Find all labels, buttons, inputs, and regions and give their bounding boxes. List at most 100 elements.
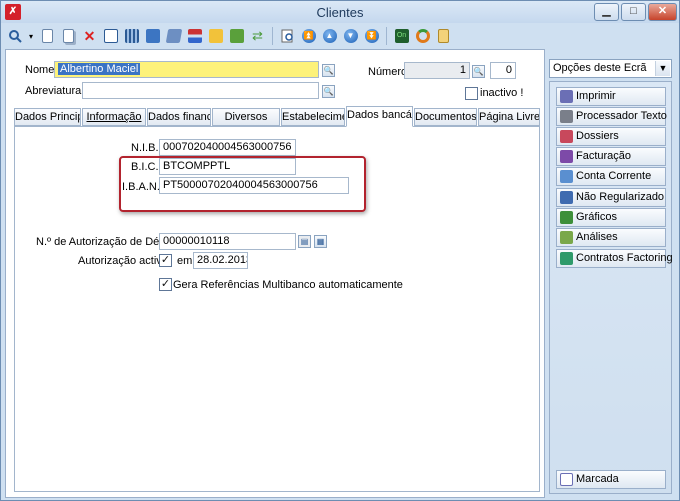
facturacao-label: Facturação bbox=[576, 150, 632, 162]
imprimir-label: Imprimir bbox=[576, 90, 616, 102]
tab-informacao[interactable]: Informação bbox=[82, 108, 146, 126]
new-document-icon[interactable] bbox=[38, 27, 57, 46]
tab-dados-principais[interactable]: Dados Principai bbox=[14, 108, 81, 126]
search-icon[interactable] bbox=[5, 27, 24, 46]
previous-record-icon[interactable]: ▲ bbox=[320, 27, 339, 46]
sync-icon[interactable] bbox=[413, 27, 432, 46]
box-icon[interactable] bbox=[164, 27, 183, 46]
conta-corrente-label: Conta Corrente bbox=[576, 170, 652, 182]
inactivo-label: inactivo ! bbox=[480, 87, 524, 99]
tab-dados-bancarios[interactable]: Dados bancário bbox=[346, 106, 413, 127]
conta-corrente-button[interactable]: Conta Corrente bbox=[556, 167, 666, 186]
toolbar-separator bbox=[386, 27, 387, 45]
dossier-icon bbox=[560, 130, 573, 143]
nao-regularizado-button[interactable]: Não Regularizado bbox=[556, 188, 666, 207]
chevron-down-icon[interactable]: ▼ bbox=[655, 61, 670, 76]
dossiers-label: Dossiers bbox=[576, 130, 619, 142]
numero-lookup-icon[interactable]: 🔍 bbox=[472, 65, 485, 78]
graficos-button[interactable]: Gráficos bbox=[556, 208, 666, 227]
opcoes-combo[interactable]: Opções deste Ecrã ▼ bbox=[549, 59, 672, 78]
nome-value: Albertino Maciel bbox=[58, 63, 141, 75]
nib-field[interactable]: 000702040004563000756 bbox=[159, 139, 296, 156]
debito-document-icon[interactable]: ▤ bbox=[298, 235, 311, 248]
nome-lookup-icon[interactable]: 🔍 bbox=[322, 64, 335, 77]
options-sidebar: Opções deste Ecrã ▼ Imprimir Processador… bbox=[549, 49, 677, 498]
marcada-label: Marcada bbox=[576, 473, 619, 485]
nome-label: Nome bbox=[25, 64, 55, 76]
nome-field[interactable]: Albertino Maciel bbox=[54, 61, 319, 78]
contratos-factoring-button[interactable]: Contratos Factoring bbox=[556, 249, 673, 268]
mail-icon[interactable] bbox=[206, 27, 225, 46]
abreviatura-label: Abreviatura bbox=[25, 85, 82, 97]
dossiers-button[interactable]: Dossiers bbox=[556, 127, 666, 146]
gera-referencias-label: Gera Referências Multibanco automaticame… bbox=[173, 279, 403, 291]
autorizacao-checkbox[interactable]: ✓ bbox=[159, 254, 172, 267]
highlight-annotation-box bbox=[119, 156, 366, 212]
tab-bar: Dados Principai Informação Dados finance… bbox=[14, 106, 540, 127]
nib-label: N.I.B. bbox=[131, 142, 159, 154]
refresh-icon[interactable]: ⇄ bbox=[248, 27, 267, 46]
bookmark-icon bbox=[560, 473, 573, 486]
maximize-button[interactable]: □ bbox=[621, 3, 646, 21]
delete-icon[interactable]: ✕ bbox=[80, 27, 99, 46]
abreviatura-field[interactable] bbox=[82, 82, 319, 99]
close-button[interactable]: ✕ bbox=[648, 3, 677, 21]
contract-icon bbox=[560, 252, 573, 265]
last-record-icon[interactable]: ⏬ bbox=[362, 27, 381, 46]
dropdown-arrow-icon[interactable]: ▾ bbox=[26, 27, 36, 46]
online-icon[interactable]: On bbox=[392, 27, 411, 46]
minimize-button[interactable]: ▁ bbox=[594, 3, 619, 21]
invoice-icon bbox=[560, 150, 573, 163]
chart-icon bbox=[560, 211, 573, 224]
tab-pagina-livre[interactable]: Página Livre bbox=[478, 108, 540, 126]
printer-icon bbox=[560, 90, 573, 103]
inactivo-checkbox[interactable] bbox=[465, 87, 478, 100]
folder-icon[interactable] bbox=[143, 27, 162, 46]
clientes-window: ✗ Clientes ▁ □ ✕ ▾ ✕ ⇄ ⏫ ▲ ▼ ⏬ On Nome A… bbox=[0, 0, 680, 501]
hierarchy-icon[interactable] bbox=[185, 27, 204, 46]
toolbar: ▾ ✕ ⇄ ⏫ ▲ ▼ ⏬ On bbox=[5, 25, 677, 47]
print-preview-icon[interactable] bbox=[278, 27, 297, 46]
em-date-field[interactable]: 28.02.2013 bbox=[193, 252, 248, 269]
abreviatura-lookup-icon[interactable]: 🔍 bbox=[322, 85, 335, 98]
tab-estabelecimentos[interactable]: Estabeleciment bbox=[281, 108, 345, 126]
copy-document-icon[interactable] bbox=[59, 27, 78, 46]
debito-field[interactable]: 00000010118 bbox=[159, 233, 296, 250]
form-area: Nome Albertino Maciel 🔍 Abreviatura 🔍 Nú… bbox=[5, 49, 545, 498]
title-bar: ✗ Clientes ▁ □ ✕ bbox=[1, 1, 679, 23]
account-icon bbox=[560, 170, 573, 183]
imprimir-button[interactable]: Imprimir bbox=[556, 87, 666, 106]
opcoes-combo-label: Opções deste Ecrã bbox=[553, 62, 647, 74]
processador-texto-button[interactable]: Processador Texto bbox=[556, 107, 667, 126]
em-label: em bbox=[177, 255, 193, 267]
autorizacao-label: Autorização activa bbox=[78, 255, 168, 267]
tab-documentos[interactable]: Documentos de bbox=[414, 108, 477, 126]
edit-icon[interactable] bbox=[101, 27, 120, 46]
options-panel: Imprimir Processador Texto Dossiers Fact… bbox=[549, 81, 673, 494]
tab-dados-financeiros[interactable]: Dados financeir bbox=[147, 108, 211, 126]
folder-open-icon[interactable] bbox=[227, 27, 246, 46]
gera-referencias-checkbox[interactable]: ✓ bbox=[159, 278, 172, 291]
marcada-button[interactable]: Marcada bbox=[556, 470, 666, 489]
numero-label: Número bbox=[368, 66, 408, 78]
tab-diversos[interactable]: Diversos bbox=[212, 108, 280, 126]
text-processor-icon bbox=[560, 110, 573, 123]
analysis-icon bbox=[560, 231, 573, 244]
pending-icon bbox=[560, 191, 573, 204]
debito-label: N.º de Autorização de Débito bbox=[36, 236, 177, 248]
facturacao-button[interactable]: Facturação bbox=[556, 147, 666, 166]
grid-icon[interactable] bbox=[122, 27, 141, 46]
first-record-icon[interactable]: ⏫ bbox=[299, 27, 318, 46]
numero-field[interactable]: 1 bbox=[404, 62, 470, 79]
contratos-factoring-label: Contratos Factoring bbox=[576, 252, 673, 264]
next-record-icon[interactable]: ▼ bbox=[341, 27, 360, 46]
document-copy-icon[interactable] bbox=[434, 27, 453, 46]
debito-calendar-icon[interactable]: ▦ bbox=[314, 235, 327, 248]
toolbar-separator bbox=[272, 27, 273, 45]
analises-button[interactable]: Análises bbox=[556, 228, 666, 247]
numero-aux-field[interactable]: 0 bbox=[490, 62, 516, 79]
processador-texto-label: Processador Texto bbox=[576, 110, 667, 122]
analises-label: Análises bbox=[576, 231, 618, 243]
nao-regularizado-label: Não Regularizado bbox=[576, 191, 665, 203]
window-title: Clientes bbox=[316, 5, 364, 20]
